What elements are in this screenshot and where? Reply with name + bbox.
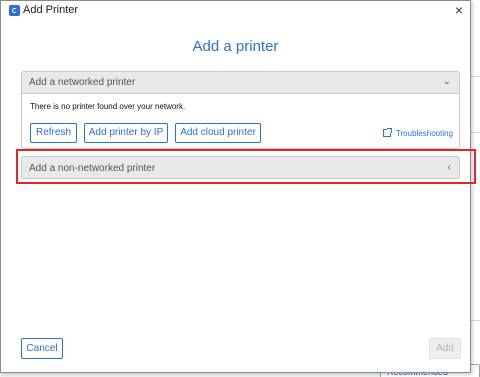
- add-printer-dialog: Add Printer × Add a printer Add a networ…: [0, 0, 471, 373]
- window-title: Add Printer: [23, 4, 79, 16]
- refresh-button[interactable]: Refresh: [30, 123, 77, 143]
- networked-printer-label: Add a networked printer: [29, 77, 136, 88]
- networked-printer-panel: Add a networked printer ⌄ There is no pr…: [21, 71, 460, 149]
- chevron-down-icon: ⌄: [442, 76, 451, 87]
- cancel-button[interactable]: Cancel: [21, 338, 63, 359]
- networked-printer-header[interactable]: Add a networked printer ⌄: [22, 72, 459, 94]
- non-networked-printer-header[interactable]: Add a non-networked printer ‹: [21, 156, 460, 179]
- background-divider: [470, 320, 480, 321]
- add-button[interactable]: Add: [429, 338, 461, 359]
- page-title: Add a printer: [192, 38, 279, 55]
- add-printer-by-ip-button[interactable]: Add printer by IP: [84, 123, 168, 143]
- chevron-left-icon: ‹: [447, 162, 451, 173]
- non-networked-printer-label: Add a non-networked printer: [29, 163, 156, 174]
- troubleshooting-label: Troubleshooting: [395, 129, 453, 138]
- close-button[interactable]: ×: [450, 2, 468, 19]
- app-logo-icon: [9, 5, 20, 16]
- troubleshooting-link[interactable]: Troubleshooting: [382, 128, 453, 138]
- no-printer-message: There is no printer found over your netw…: [30, 102, 186, 111]
- background-divider: [470, 76, 480, 77]
- external-link-icon: [382, 128, 392, 137]
- add-cloud-printer-button[interactable]: Add cloud printer: [175, 123, 261, 143]
- background-divider: [470, 132, 480, 133]
- title-bar: Add Printer ×: [1, 1, 470, 21]
